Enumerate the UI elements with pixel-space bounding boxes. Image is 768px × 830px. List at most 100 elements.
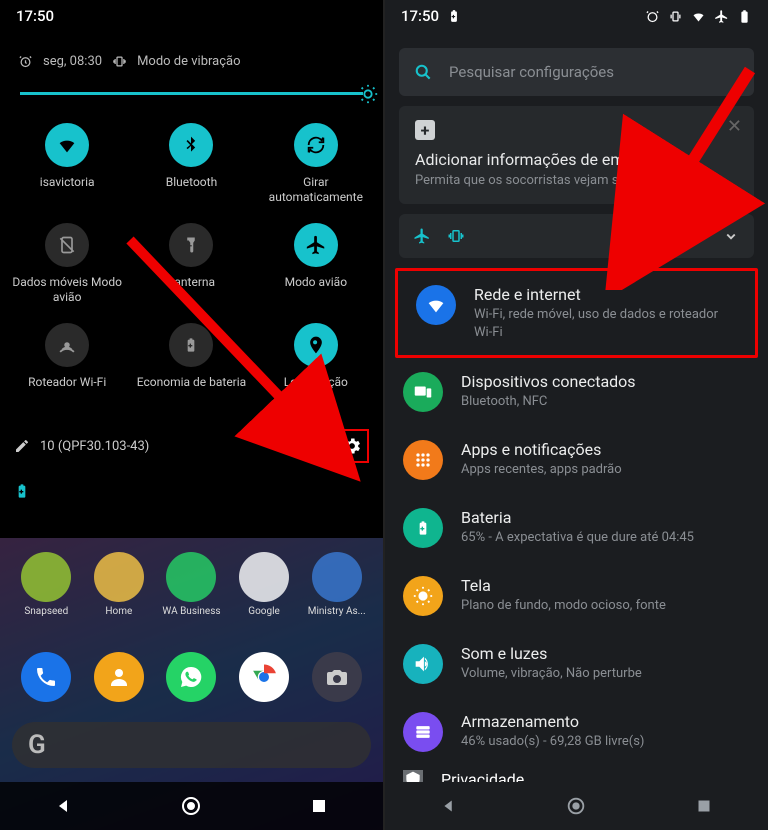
vibrate-icon xyxy=(112,54,127,69)
qs-tile-bluetooth[interactable]: Bluetooth xyxy=(132,123,250,215)
wifi-icon xyxy=(45,123,89,167)
settings-item-battery[interactable]: Bateria 65% - A expectativa é que dure a… xyxy=(385,494,768,562)
close-icon[interactable]: ✕ xyxy=(727,116,742,137)
qs-tile-label: Economia de bateria xyxy=(135,375,248,390)
qs-tiles-grid: isavictoria Bluetooth Girar automaticament… xyxy=(0,123,383,415)
home-app[interactable]: Home xyxy=(87,552,151,617)
home-app-label: Home xyxy=(105,606,132,617)
nav-home-icon[interactable] xyxy=(565,795,587,817)
nav-recent-icon[interactable] xyxy=(693,795,715,817)
brightness-icon[interactable] xyxy=(357,83,379,105)
chrome-app-icon[interactable] xyxy=(239,652,289,702)
settings-item-brightness[interactable]: Tela Plano de fundo, modo ocioso, fonte xyxy=(385,562,768,630)
settings-item-subtitle: Wi-Fi, rede móvel, uso de dados e rotead… xyxy=(474,306,733,341)
settings-item-subtitle: 65% - A expectativa é que dure até 04:45 xyxy=(461,529,694,547)
airplane-icon xyxy=(413,227,431,245)
settings-list: Rede e internet Wi-Fi, rede móvel, uso d… xyxy=(385,268,768,766)
dock-row xyxy=(0,652,383,702)
nav-back-icon[interactable] xyxy=(438,795,460,817)
edit-icon[interactable] xyxy=(14,438,30,454)
qs-tile-hotspot[interactable]: Roteador Wi-Fi xyxy=(8,323,126,415)
settings-search[interactable]: Pesquisar configurações xyxy=(399,48,754,96)
nav-home-icon[interactable] xyxy=(179,794,203,818)
brightness-slider[interactable] xyxy=(0,83,383,105)
contacts-app-icon[interactable] xyxy=(94,652,144,702)
qs-footer: 10 (QPF30.103-43) xyxy=(0,419,383,473)
battery-saver-icon xyxy=(14,483,30,499)
brightness-icon xyxy=(403,576,443,616)
notification-batterysave[interactable] xyxy=(6,477,377,509)
home-app[interactable]: WA Business xyxy=(159,552,223,617)
nav-back-icon[interactable] xyxy=(52,794,76,818)
settings-button[interactable] xyxy=(335,429,369,463)
qs-tile-nosim[interactable]: Dados móveis Modo avião xyxy=(8,223,126,315)
home-app-label: WA Business xyxy=(162,606,220,617)
home-app[interactable]: Ministry As... xyxy=(305,552,369,617)
qs-tile-label: Modo avião xyxy=(283,275,349,290)
clock: 17:50 xyxy=(16,7,54,25)
emergency-card[interactable]: ✕ + Adicionar informações de emergência … xyxy=(399,106,754,204)
qs-tile-label: isavictoria xyxy=(38,175,97,190)
airplane-status-icon xyxy=(714,9,729,24)
qs-tile-label: Localização xyxy=(282,375,350,390)
qs-tile-plane[interactable]: Modo avião xyxy=(257,223,375,315)
battery-status-icon xyxy=(737,9,752,24)
whatsapp-app-icon[interactable] xyxy=(166,652,216,702)
qs-tile-label: Roteador Wi-Fi xyxy=(26,375,108,390)
gear-icon xyxy=(342,436,362,456)
page-dots xyxy=(303,444,315,448)
home-apps-row1: Snapseed Home WA Business Google Ministry As… xyxy=(0,552,383,617)
home-app-label: Ministry As... xyxy=(308,606,366,617)
settings-item-devices[interactable]: Dispositivos conectados Bluetooth, NFC xyxy=(385,358,768,426)
status-icons xyxy=(645,9,752,24)
qs-tile-pin[interactable]: Localização xyxy=(257,323,375,415)
home-app-label: Snapseed xyxy=(24,606,68,617)
phone-quick-settings: 17:50 seg, 08:30 Modo de vibração isavic… xyxy=(0,0,383,830)
settings-item-subtitle: Volume, vibração, Não perturbe xyxy=(461,665,642,683)
nav-recent-icon[interactable] xyxy=(307,794,331,818)
wifi-icon xyxy=(416,285,456,325)
settings-item-apps[interactable]: Apps e notificações Apps recentes, apps … xyxy=(385,426,768,494)
vibrate-icon xyxy=(447,227,465,245)
settings-item-subtitle: 46% usado(s) - 69,28 GB livre(s) xyxy=(461,733,644,751)
search-placeholder: Pesquisar configurações xyxy=(449,63,614,81)
pin-icon xyxy=(294,323,338,367)
qs-tile-wifi[interactable]: isavictoria xyxy=(8,123,126,215)
home-app[interactable]: Google xyxy=(232,552,296,617)
wifi-status-icon xyxy=(691,9,706,24)
nosim-icon xyxy=(45,223,89,267)
alarm-status-icon xyxy=(645,9,660,24)
qs-tile-label: Bluetooth xyxy=(164,175,219,190)
vibrate-status-icon xyxy=(668,9,683,24)
build-label: 10 (QPF30.103-43) xyxy=(40,439,149,454)
torch-icon xyxy=(169,223,213,267)
qs-tile-label: Dados móveis Modo avião xyxy=(8,275,126,305)
phone-app-icon[interactable] xyxy=(21,652,71,702)
google-search-bar[interactable]: G xyxy=(12,722,371,768)
qs-tile-torch[interactable]: Lanterna xyxy=(132,223,250,315)
settings-item-title: Som e luzes xyxy=(461,644,642,663)
battery-icon xyxy=(403,508,443,548)
google-g-logo: G xyxy=(28,730,46,760)
home-app-label: Google xyxy=(248,606,280,617)
apps-icon xyxy=(403,440,443,480)
vibrate-label: Modo de vibração xyxy=(137,54,240,69)
camera-app-icon[interactable] xyxy=(312,652,362,702)
qs-header: seg, 08:30 Modo de vibração xyxy=(0,32,383,83)
qs-tile-battery[interactable]: Economia de bateria xyxy=(132,323,250,415)
settings-item-wifi[interactable]: Rede e internet Wi-Fi, rede móvel, uso d… xyxy=(398,271,755,355)
qs-tile-label: Girar automaticamente xyxy=(257,175,375,205)
home-app[interactable]: Snapseed xyxy=(14,552,78,617)
chevron-down-icon xyxy=(722,227,740,245)
status-bar-right: 17:50 xyxy=(385,0,768,32)
conditions-ribbon[interactable] xyxy=(399,214,754,258)
devices-icon xyxy=(403,372,443,412)
qs-tile-rotate[interactable]: Girar automaticamente xyxy=(257,123,375,215)
highlighted-item: Rede e internet Wi-Fi, rede móvel, uso d… xyxy=(395,268,758,358)
settings-item-volume[interactable]: Som e luzes Volume, vibração, Não pertur… xyxy=(385,630,768,698)
settings-item-title: Bateria xyxy=(461,508,694,527)
alarm-icon xyxy=(18,54,33,69)
settings-item-title: Armazenamento xyxy=(461,712,644,731)
nav-bar-left xyxy=(0,782,383,830)
settings-item-title: Rede e internet xyxy=(474,285,733,304)
